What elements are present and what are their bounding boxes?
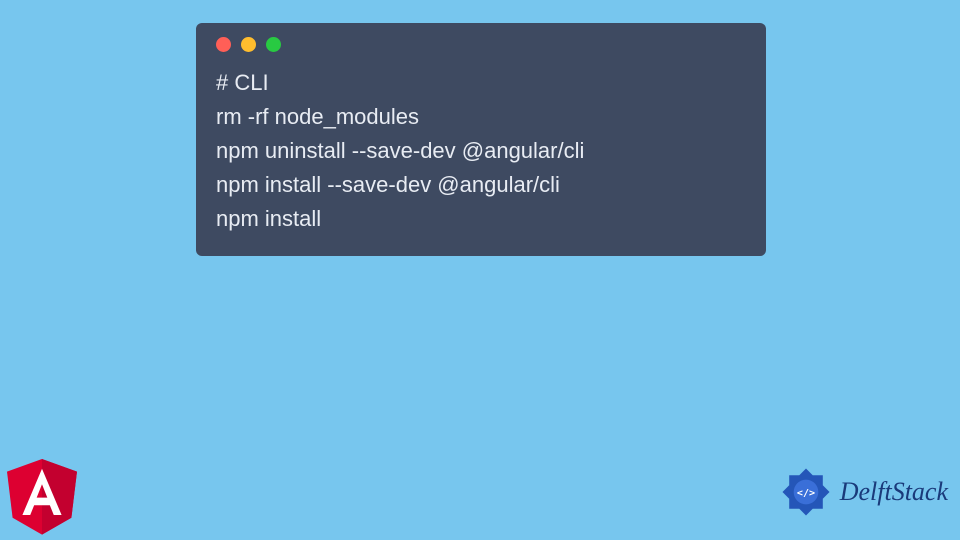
minimize-icon[interactable] [241, 37, 256, 52]
delftstack-label: DelftStack [840, 477, 948, 507]
delftstack-branding: </> DelftStack [778, 464, 948, 520]
code-line: # CLI [216, 66, 746, 100]
angular-logo-icon [7, 459, 77, 533]
maximize-icon[interactable] [266, 37, 281, 52]
svg-text:</>: </> [797, 488, 815, 499]
close-icon[interactable] [216, 37, 231, 52]
code-line: npm install --save-dev @angular/cli [216, 168, 746, 202]
terminal-window: # CLI rm -rf node_modules npm uninstall … [196, 23, 766, 256]
delftstack-logo-icon: </> [778, 464, 834, 520]
code-line: rm -rf node_modules [216, 100, 746, 134]
code-line: npm install [216, 202, 746, 236]
code-line: npm uninstall --save-dev @angular/cli [216, 134, 746, 168]
terminal-content: # CLI rm -rf node_modules npm uninstall … [216, 66, 746, 236]
window-titlebar [216, 37, 746, 52]
